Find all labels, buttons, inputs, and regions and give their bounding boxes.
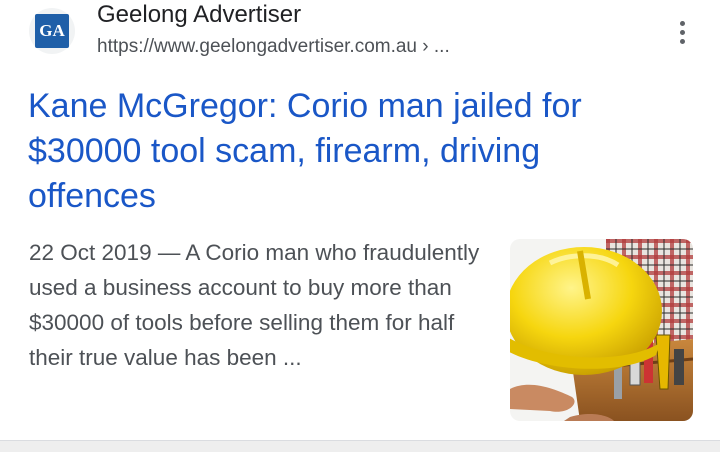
result-snippet: 22 Oct 2019 — A Corio man who fraudulent… [29,235,489,375]
search-result-card: GA Geelong Advertiser https://www.geelon… [0,0,720,440]
date-separator: — [151,240,186,265]
site-url[interactable]: https://www.geelongadvertiser.com.au › .… [97,36,450,58]
more-vert-icon[interactable] [666,14,698,50]
url-breadcrumb-suffix: › ... [417,36,450,57]
result-date: 22 Oct 2019 [29,240,152,265]
menu-dot [679,29,685,35]
hard-hat-tools-thumbnail [510,239,693,421]
geelong-advertiser-logo-icon: GA [35,14,69,48]
site-favicon: GA [29,8,75,54]
menu-dot [679,38,685,44]
menu-dot [679,20,685,26]
site-url-text: https://www.geelongadvertiser.com.au [97,36,418,57]
result-thumbnail[interactable] [510,239,693,421]
card-divider [0,440,720,452]
site-name[interactable]: Geelong Advertiser [97,1,301,29]
result-title-link[interactable]: Kane McGregor: Corio man jailed for $300… [28,84,668,219]
